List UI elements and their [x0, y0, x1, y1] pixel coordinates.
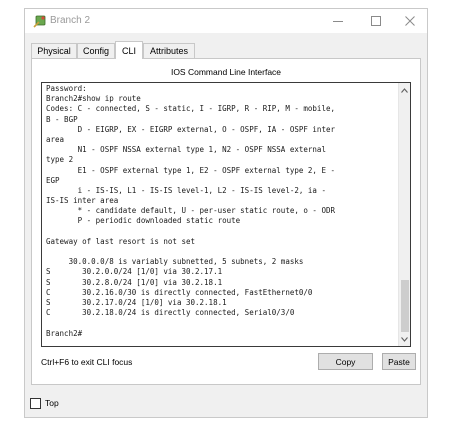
console-line: EGP — [46, 175, 60, 185]
console-line: N1 - OSPF NSSA external type 1, N2 - OSP… — [46, 145, 326, 155]
paste-button[interactable]: Paste — [382, 353, 416, 370]
window-title: Branch 2 — [50, 15, 91, 26]
tab-label: Physical — [37, 46, 71, 56]
cli-focus-hint: Ctrl+F6 to exit CLI focus — [41, 357, 133, 367]
maximize-button[interactable] — [359, 9, 393, 33]
tab-config[interactable]: Config — [77, 43, 115, 58]
close-button[interactable] — [393, 9, 427, 33]
scroll-thumb[interactable] — [401, 280, 409, 332]
device-window: Branch 2 Physical Config CLI Attributes … — [24, 8, 428, 418]
console-line: * - candidate default, U - per-user stat… — [46, 206, 335, 216]
close-icon — [405, 16, 415, 26]
router-app-icon — [33, 14, 47, 28]
console-line: type 2 — [46, 155, 74, 165]
chevron-up-icon — [401, 87, 408, 93]
console-output[interactable]: Password: Branch2#show ip route Codes: C -… — [46, 84, 396, 339]
title-bar[interactable]: Branch 2 — [25, 9, 427, 33]
tab-attributes[interactable]: Attributes — [143, 43, 195, 58]
console-line: S 30.2.17.0/24 [1/0] via 30.2.18.1 — [46, 297, 227, 307]
scroll-up-button[interactable] — [399, 84, 410, 96]
panel-title: IOS Command Line Interface — [170, 67, 282, 77]
tab-physical[interactable]: Physical — [31, 43, 77, 58]
console-line: B - BGP — [46, 114, 78, 124]
minimize-button[interactable] — [321, 9, 355, 33]
copy-button[interactable]: Copy — [318, 353, 373, 370]
top-checkbox[interactable] — [30, 398, 41, 409]
console-line: Branch2# — [46, 328, 83, 338]
console-line: C 30.2.18.0/24 is directly connected, Se… — [46, 308, 295, 318]
tab-label: Config — [82, 46, 109, 56]
console-line: area — [46, 134, 65, 144]
maximize-icon — [371, 16, 381, 26]
console-line: D - EIGRP, EX - EIGRP external, O - OSPF… — [46, 124, 335, 134]
cli-console[interactable]: Password: Branch2#show ip route Codes: C -… — [41, 82, 411, 347]
tab-label: Attributes — [149, 46, 189, 56]
console-line: S 30.2.8.0/24 [1/0] via 30.2.18.1 — [46, 277, 223, 287]
console-line: E1 - OSPF external type 1, E2 - OSPF ext… — [46, 165, 335, 175]
console-line: Branch2#show ip route — [46, 94, 141, 104]
console-line: Codes: C - connected, S - static, I - IG… — [46, 104, 335, 114]
console-line: Gateway of last resort is not set — [46, 236, 196, 246]
chevron-down-icon — [401, 336, 408, 342]
top-checkbox-label[interactable]: Top — [45, 398, 59, 408]
console-line: S 30.2.0.0/24 [1/0] via 30.2.17.1 — [46, 267, 223, 277]
console-scrollbar[interactable] — [398, 83, 410, 346]
console-line: i - IS-IS, L1 - IS-IS level-1, L2 - IS-I… — [46, 185, 326, 195]
console-line: P - periodic downloaded static route — [46, 216, 241, 226]
tab-label: CLI — [121, 45, 136, 56]
tab-cli[interactable]: CLI — [115, 41, 143, 59]
console-line: IS-IS inter area — [46, 196, 119, 206]
console-line: Password: — [46, 84, 87, 93]
cli-panel: IOS Command Line Interface Password: Bran… — [31, 58, 421, 385]
minimize-icon — [333, 21, 343, 22]
console-line: 30.0.0.0/8 is variably subnetted, 5 subn… — [46, 257, 304, 267]
console-line: C 30.2.16.0/30 is directly connected, Fa… — [46, 287, 313, 297]
scroll-down-button[interactable] — [399, 333, 410, 345]
